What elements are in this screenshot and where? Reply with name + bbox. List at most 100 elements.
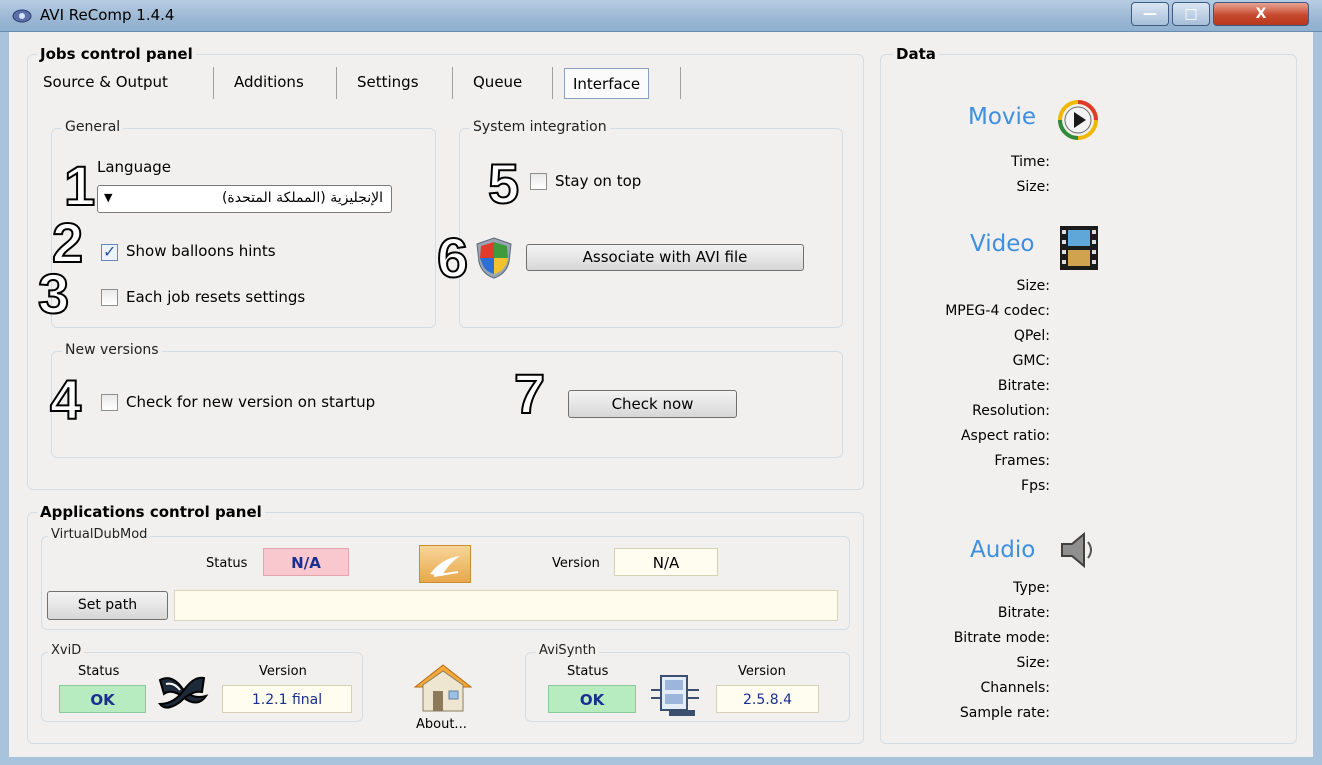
about-house-icon[interactable] bbox=[411, 661, 475, 715]
movie-size-label: Size: bbox=[1016, 179, 1050, 195]
uac-shield-icon bbox=[474, 236, 514, 280]
show-balloons-checkbox[interactable] bbox=[101, 242, 118, 261]
set-path-button[interactable]: Set path bbox=[47, 591, 168, 620]
tab-settings[interactable]: Settings bbox=[355, 67, 421, 99]
minimize-icon: — bbox=[1143, 6, 1157, 22]
xvid-status-value: OK bbox=[90, 691, 115, 709]
language-select[interactable]: ▼ الإنجليزية (المملكة المتحدة) bbox=[97, 185, 392, 213]
avisynth-version-value: 2.5.8.4 bbox=[743, 692, 792, 708]
window-frame-left bbox=[0, 32, 9, 765]
virtualdubmod-version-value: N/A bbox=[652, 554, 680, 572]
avisynth-title: AviSynth bbox=[536, 643, 599, 658]
avisynth-status-badge: OK bbox=[548, 685, 636, 713]
title-bar[interactable]: AVI ReComp 1.4.4 — □ X bbox=[0, 0, 1322, 32]
video-frames-label: Frames: bbox=[994, 453, 1050, 469]
associate-avi-button[interactable]: Associate with AVI file bbox=[526, 244, 804, 271]
check-now-button[interactable]: Check now bbox=[568, 390, 737, 418]
virtualdub-logo-icon bbox=[419, 545, 471, 583]
xvid-version-label: Version bbox=[259, 664, 307, 679]
applications-panel-title: Applications control panel bbox=[37, 503, 265, 521]
tab-divider bbox=[213, 67, 214, 99]
tab-divider bbox=[452, 67, 453, 99]
avisynth-status-label: Status bbox=[567, 664, 609, 679]
movie-section-title: Movie bbox=[968, 104, 1037, 130]
film-strip-icon bbox=[1058, 224, 1100, 272]
virtualdubmod-status-value: N/A bbox=[291, 554, 321, 572]
tab-additions[interactable]: Additions bbox=[232, 67, 306, 99]
stay-on-top-label[interactable]: Stay on top bbox=[555, 172, 641, 190]
language-label: Language bbox=[97, 158, 172, 176]
video-codec-label: MPEG-4 codec: bbox=[945, 303, 1050, 319]
video-aspect-ratio-label: Aspect ratio: bbox=[960, 428, 1050, 444]
xvid-logo-icon bbox=[154, 670, 212, 716]
jobs-panel-title: Jobs control panel bbox=[37, 45, 196, 63]
associate-avi-label: Associate with AVI file bbox=[582, 248, 748, 266]
annotation-number-1: 1 bbox=[63, 154, 96, 217]
maximize-button[interactable]: □ bbox=[1172, 2, 1210, 26]
minimize-button[interactable]: — bbox=[1131, 2, 1169, 26]
xvid-title: XviD bbox=[48, 643, 85, 658]
each-job-resets-label[interactable]: Each job resets settings bbox=[126, 288, 305, 306]
window-frame-bottom bbox=[0, 757, 1322, 765]
close-button[interactable]: X bbox=[1213, 2, 1309, 26]
speaker-icon bbox=[1058, 530, 1098, 570]
video-bitrate-label: Bitrate: bbox=[997, 378, 1050, 394]
video-qpel-label: QPel: bbox=[1013, 328, 1050, 344]
avisynth-status-value: OK bbox=[579, 691, 605, 709]
audio-bitrate-mode-label: Bitrate mode: bbox=[953, 630, 1050, 646]
virtualdubmod-version-box: N/A bbox=[614, 548, 718, 576]
virtualdubmod-status-label: Status bbox=[206, 556, 248, 571]
annotation-number-3: 3 bbox=[37, 262, 70, 325]
stay-on-top-checkbox[interactable] bbox=[530, 173, 547, 190]
tab-interface[interactable]: Interface bbox=[564, 68, 650, 99]
data-panel-title: Data bbox=[893, 45, 939, 63]
set-path-label: Set path bbox=[77, 597, 138, 613]
xvid-version-box: 1.2.1 final bbox=[222, 685, 352, 713]
tab-divider bbox=[680, 67, 681, 99]
avisynth-logo-icon bbox=[647, 670, 705, 718]
language-select-value: الإنجليزية (المملكة المتحدة) bbox=[221, 190, 383, 206]
tab-divider bbox=[552, 67, 553, 99]
video-gmc-label: GMC: bbox=[1012, 353, 1050, 369]
tab-divider bbox=[336, 67, 337, 99]
system-integration-title: System integration bbox=[470, 119, 610, 135]
movie-fields: Time: Size: bbox=[880, 154, 1050, 204]
virtualdubmod-path-field[interactable] bbox=[174, 590, 838, 621]
virtualdubmod-version-label: Version bbox=[552, 556, 600, 571]
xvid-version-value: 1.2.1 final bbox=[251, 692, 323, 708]
general-group-title: General bbox=[62, 119, 124, 135]
audio-channels-label: Channels: bbox=[980, 680, 1051, 696]
audio-sample-rate-label: Sample rate: bbox=[959, 705, 1050, 721]
video-section-title: Video bbox=[970, 231, 1035, 257]
dropdown-arrow-icon: ▼ bbox=[104, 191, 113, 204]
show-balloons-label[interactable]: Show balloons hints bbox=[126, 242, 276, 260]
window-frame-right bbox=[1313, 32, 1322, 765]
audio-bitrate-label: Bitrate: bbox=[997, 605, 1050, 621]
window-title: AVI ReComp 1.4.4 bbox=[40, 6, 175, 24]
virtualdubmod-status-badge: N/A bbox=[263, 548, 349, 576]
video-fields: Size: MPEG-4 codec: QPel: GMC: Bitrate: … bbox=[880, 278, 1050, 503]
tab-queue[interactable]: Queue bbox=[471, 67, 524, 99]
xvid-status-label: Status bbox=[78, 664, 120, 679]
annotation-number-5: 5 bbox=[487, 152, 520, 215]
tab-source-output[interactable]: Source & Output bbox=[41, 67, 170, 99]
new-versions-title: New versions bbox=[62, 342, 162, 358]
annotation-number-7: 7 bbox=[513, 362, 546, 425]
check-startup-checkbox[interactable] bbox=[101, 394, 118, 411]
avisynth-version-box: 2.5.8.4 bbox=[716, 685, 819, 713]
xvid-status-badge: OK bbox=[59, 685, 146, 713]
audio-section-title: Audio bbox=[970, 537, 1036, 563]
audio-type-label: Type: bbox=[1013, 580, 1050, 596]
avisynth-version-label: Version bbox=[738, 664, 786, 679]
movie-time-label: Time: bbox=[1011, 154, 1050, 170]
video-fps-label: Fps: bbox=[1021, 478, 1050, 494]
each-job-resets-checkbox[interactable] bbox=[101, 289, 118, 306]
about-label[interactable]: About... bbox=[416, 717, 467, 732]
annotation-number-6: 6 bbox=[436, 226, 469, 289]
check-startup-label[interactable]: Check for new version on startup bbox=[126, 393, 375, 411]
audio-fields: Type: Bitrate: Bitrate mode: Size: Chann… bbox=[880, 580, 1050, 730]
close-icon: X bbox=[1255, 6, 1267, 22]
virtualdubmod-title: VirtualDubMod bbox=[48, 527, 151, 542]
audio-size-label: Size: bbox=[1016, 655, 1050, 671]
maximize-icon: □ bbox=[1184, 6, 1198, 22]
